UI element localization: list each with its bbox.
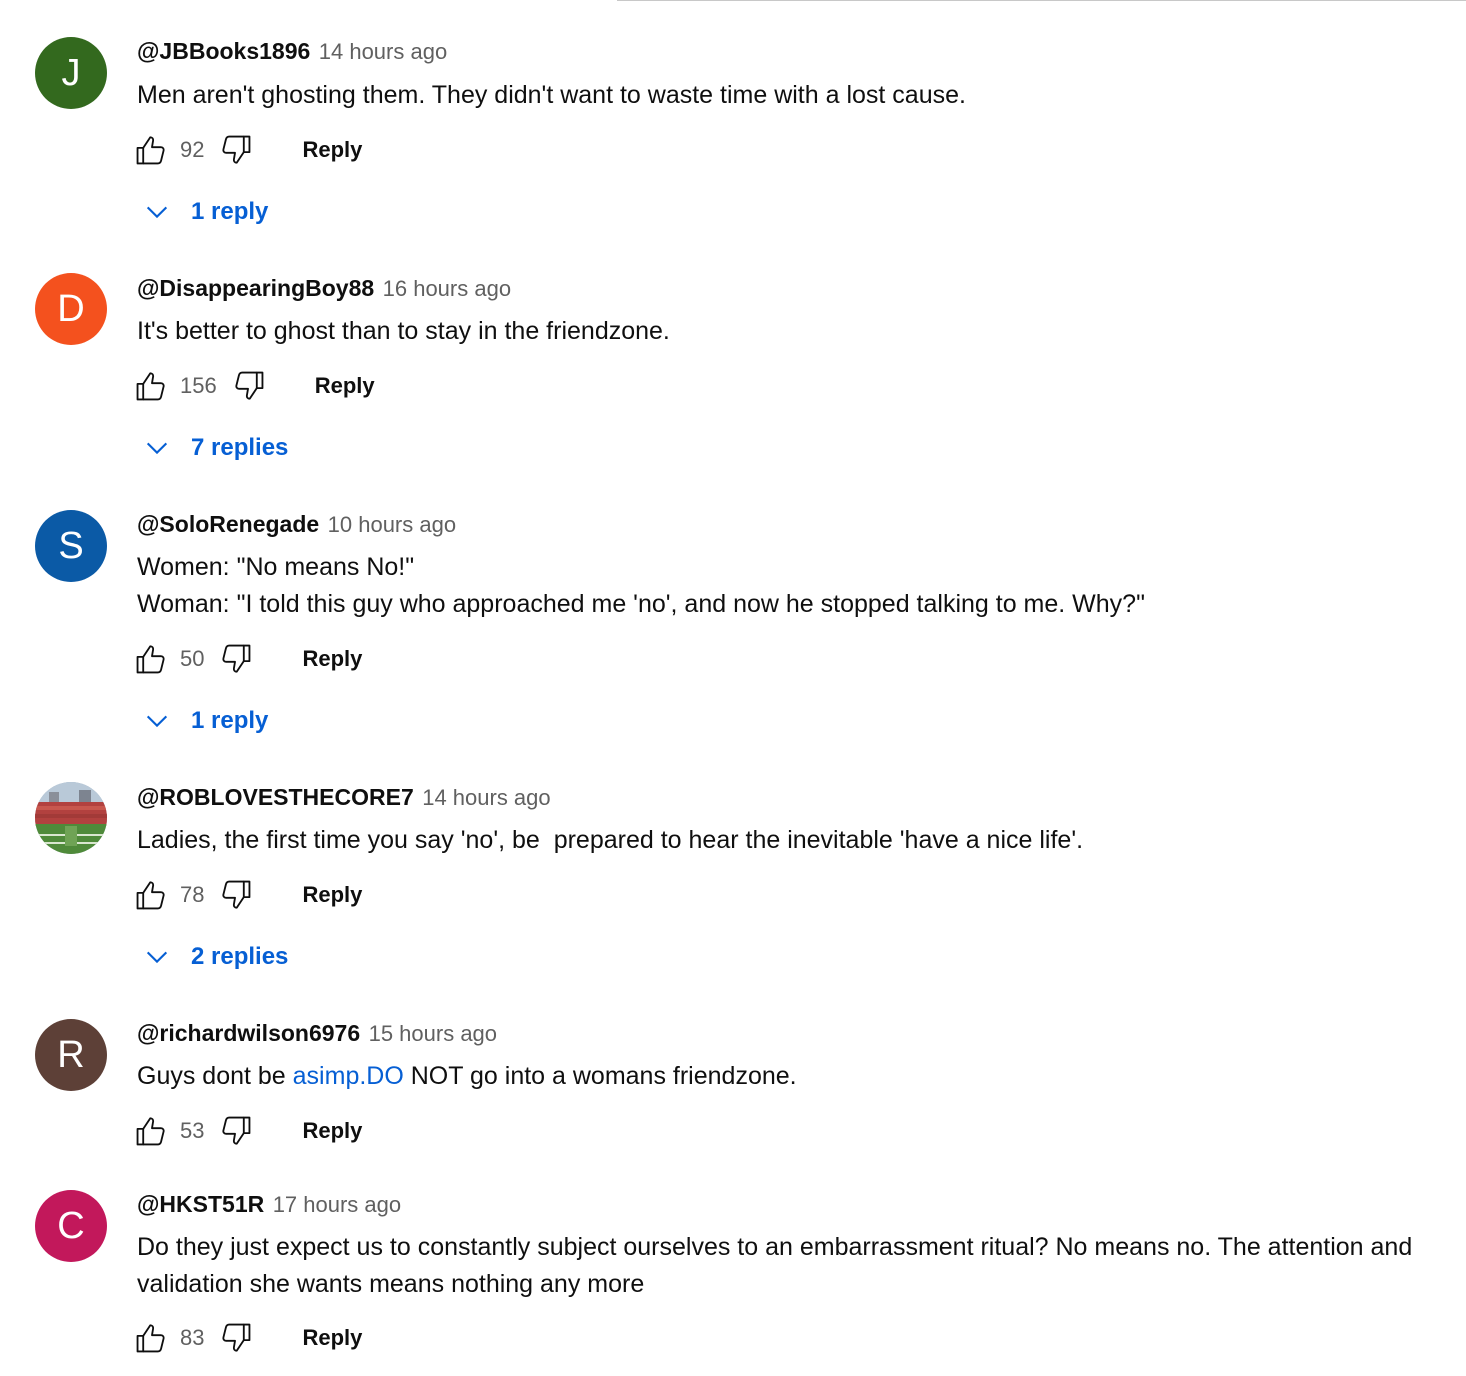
like-button[interactable] bbox=[133, 641, 169, 677]
replies-count-label: 7 replies bbox=[191, 434, 289, 461]
thumbs-up-icon bbox=[136, 881, 165, 910]
comment-line: Woman: "I told this guy who approached m… bbox=[137, 590, 1145, 618]
comment-actions: 50 Reply bbox=[133, 639, 362, 679]
thumbs-up-icon bbox=[136, 1117, 165, 1146]
comment-text: Guys dont be asimp.DO NOT go into a woma… bbox=[137, 1058, 1447, 1095]
dislike-button[interactable] bbox=[218, 1320, 254, 1356]
comment-line: Do they just expect us to constantly sub… bbox=[137, 1233, 1413, 1298]
comment-line: Women: "No means No!" bbox=[137, 553, 415, 581]
like-count: 50 bbox=[180, 646, 205, 671]
author-name[interactable]: @ROBLOVESTHECORE7 bbox=[137, 784, 414, 810]
comment-text-before: Guys dont be bbox=[137, 1062, 293, 1090]
replies-count-label: 2 replies bbox=[191, 943, 289, 970]
reply-button[interactable]: Reply bbox=[302, 1118, 362, 1144]
comment-text: It's better to ghost than to stay in the… bbox=[137, 313, 1447, 350]
thumbs-down-icon bbox=[222, 135, 251, 164]
author-name[interactable]: @SoloRenegade bbox=[137, 511, 319, 537]
view-replies-button[interactable]: 1 reply bbox=[140, 701, 268, 741]
comment-line: It's better to ghost than to stay in the… bbox=[137, 317, 670, 345]
author-name[interactable]: @DisappearingBoy88 bbox=[137, 275, 374, 301]
like-count: 83 bbox=[180, 1325, 205, 1350]
comment-line: Ladies, the first time you say 'no', be … bbox=[137, 826, 1084, 854]
chevron-down-icon bbox=[140, 431, 174, 465]
thumbs-down-icon bbox=[222, 880, 251, 909]
timestamp[interactable]: 14 hours ago bbox=[422, 785, 550, 810]
reply-button[interactable]: Reply bbox=[302, 137, 362, 163]
timestamp[interactable]: 17 hours ago bbox=[273, 1192, 401, 1217]
like-button[interactable] bbox=[133, 1320, 169, 1356]
comment-header: @richardwilson6976 15 hours ago bbox=[137, 1020, 497, 1050]
dislike-button[interactable] bbox=[218, 1113, 254, 1149]
comment-text: Men aren't ghosting them. They didn't wa… bbox=[137, 77, 1447, 114]
comment-actions: 78 Reply bbox=[133, 875, 362, 915]
timestamp[interactable]: 10 hours ago bbox=[328, 512, 456, 537]
view-replies-button[interactable]: 2 replies bbox=[140, 937, 288, 977]
dislike-button[interactable] bbox=[218, 132, 254, 168]
comment-header: @JBBooks1896 14 hours ago bbox=[137, 38, 447, 68]
avatar[interactable]: C bbox=[35, 1190, 107, 1262]
dislike-button[interactable] bbox=[218, 641, 254, 677]
avatar[interactable]: D bbox=[35, 273, 107, 345]
comment-actions: 156 Reply bbox=[133, 366, 375, 406]
dislike-button[interactable] bbox=[231, 368, 267, 404]
avatar[interactable]: R bbox=[35, 1019, 107, 1091]
thumbs-down-icon bbox=[222, 644, 251, 673]
reply-button[interactable]: Reply bbox=[315, 373, 375, 399]
comment-text-after: NOT go into a womans friendzone. bbox=[403, 1062, 797, 1090]
like-count: 53 bbox=[180, 1118, 205, 1143]
comment-text: Do they just expect us to constantly sub… bbox=[137, 1229, 1442, 1303]
chevron-down-icon bbox=[140, 195, 174, 229]
thumbs-up-icon bbox=[136, 136, 165, 165]
avatar[interactable]: S bbox=[35, 510, 107, 582]
dislike-button[interactable] bbox=[218, 877, 254, 913]
like-count: 92 bbox=[180, 137, 205, 162]
comment-header: @ROBLOVESTHECORE7 14 hours ago bbox=[137, 784, 551, 814]
like-count: 156 bbox=[180, 373, 217, 398]
comment-line: Guys dont be asimp.DO NOT go into a woma… bbox=[137, 1058, 1447, 1095]
comment-actions: 92 Reply bbox=[133, 130, 362, 170]
author-name[interactable]: @richardwilson6976 bbox=[137, 1020, 360, 1046]
chevron-down-icon bbox=[140, 704, 174, 738]
top-divider bbox=[617, 0, 1466, 1]
avatar[interactable]: J bbox=[35, 37, 107, 109]
view-replies-button[interactable]: 7 replies bbox=[140, 428, 288, 468]
thumbs-up-icon bbox=[136, 1324, 165, 1353]
timestamp[interactable]: 14 hours ago bbox=[319, 39, 447, 64]
timestamp[interactable]: 16 hours ago bbox=[383, 276, 511, 301]
view-replies-button[interactable]: 1 reply bbox=[140, 192, 268, 232]
chevron-down-icon bbox=[140, 940, 174, 974]
author-name[interactable]: @JBBooks1896 bbox=[137, 38, 310, 64]
like-button[interactable] bbox=[133, 132, 169, 168]
reply-button[interactable]: Reply bbox=[302, 882, 362, 908]
comment-header: @HKST51R 17 hours ago bbox=[137, 1191, 401, 1221]
comment-actions: 83 Reply bbox=[133, 1318, 362, 1358]
comment-header: @DisappearingBoy88 16 hours ago bbox=[137, 275, 511, 305]
timestamp[interactable]: 15 hours ago bbox=[369, 1021, 497, 1046]
like-button[interactable] bbox=[133, 877, 169, 913]
comment-actions: 53 Reply bbox=[133, 1111, 362, 1151]
comment-line: Men aren't ghosting them. They didn't wa… bbox=[137, 81, 966, 109]
thumbs-down-icon bbox=[222, 1116, 251, 1145]
like-button[interactable] bbox=[133, 368, 169, 404]
reply-button[interactable]: Reply bbox=[302, 1325, 362, 1351]
stadium-photo bbox=[35, 782, 107, 854]
comment-text: Women: "No means No!" Woman: "I told thi… bbox=[137, 549, 1447, 623]
comment-header: @SoloRenegade 10 hours ago bbox=[137, 511, 456, 541]
thumbs-down-icon bbox=[235, 371, 264, 400]
like-button[interactable] bbox=[133, 1113, 169, 1149]
replies-count-label: 1 reply bbox=[191, 707, 269, 734]
thumbs-down-icon bbox=[222, 1323, 251, 1352]
thumbs-up-icon bbox=[136, 645, 165, 674]
comment-link[interactable]: asimp.DO bbox=[293, 1062, 404, 1090]
avatar[interactable] bbox=[35, 782, 107, 854]
author-name[interactable]: @HKST51R bbox=[137, 1191, 264, 1217]
replies-count-label: 1 reply bbox=[191, 198, 269, 225]
like-count: 78 bbox=[180, 882, 205, 907]
comment-text: Ladies, the first time you say 'no', be … bbox=[137, 822, 1447, 859]
thumbs-up-icon bbox=[136, 372, 165, 401]
reply-button[interactable]: Reply bbox=[302, 646, 362, 672]
